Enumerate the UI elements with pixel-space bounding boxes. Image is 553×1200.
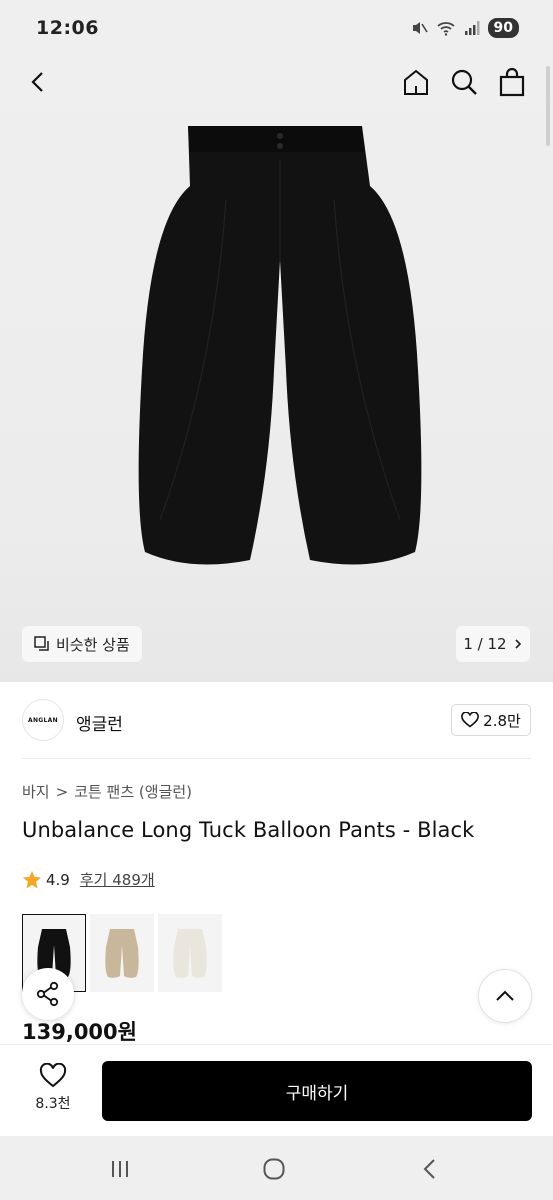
scroll-to-top-button[interactable]: [478, 969, 532, 1023]
brand-row: ANGLAN 앵글런 2.8만: [0, 682, 553, 758]
system-back-button[interactable]: [410, 1154, 450, 1184]
brand-logo[interactable]: ANGLAN: [22, 699, 64, 741]
chevron-up-icon: [496, 990, 514, 1001]
home-icon: [404, 69, 428, 95]
home-button[interactable]: [398, 64, 434, 100]
product-title: Unbalance Long Tuck Balloon Pants - Blac…: [22, 818, 475, 842]
product-price: 139,000원: [22, 1020, 137, 1044]
back-button[interactable]: [20, 64, 56, 100]
top-navigation: [0, 56, 553, 108]
heart-icon: [39, 1063, 67, 1088]
wifi-icon: [436, 22, 455, 36]
search-icon: [451, 69, 477, 95]
similar-products-label: 비슷한 상품: [56, 635, 130, 654]
star-icon: [23, 870, 41, 888]
breadcrumb-subcategory[interactable]: 코튼 팬츠 (앵글런): [74, 781, 192, 802]
recent-apps-button[interactable]: [100, 1154, 140, 1184]
image-page-indicator[interactable]: 1 / 12: [456, 626, 530, 662]
scroll-indicator: [546, 66, 550, 146]
swatch-ivory[interactable]: [158, 914, 222, 992]
reviews-link[interactable]: 후기 489개: [80, 869, 155, 890]
buy-button[interactable]: 구매하기: [102, 1061, 532, 1121]
divider: [22, 758, 531, 759]
back-icon: [31, 72, 43, 92]
product-photo-pants: [138, 126, 422, 565]
status-time: 12:06: [36, 17, 99, 39]
brand-name[interactable]: 앵글런: [76, 710, 123, 735]
recent-apps-icon: [112, 1161, 128, 1177]
heart-icon: [461, 712, 479, 728]
share-icon: [36, 981, 59, 1007]
share-button[interactable]: [22, 968, 74, 1020]
brand-like-button[interactable]: 2.8만: [451, 704, 531, 736]
mute-icon: [412, 22, 428, 34]
battery-indicator: 90: [487, 18, 519, 38]
system-home-button[interactable]: [254, 1154, 294, 1184]
product-like-button[interactable]: 8.3천: [22, 1063, 84, 1113]
similar-products-button[interactable]: 비슷한 상품: [22, 626, 142, 662]
back-nav-icon: [423, 1159, 435, 1179]
system-navigation-bar: [0, 1136, 553, 1200]
status-bar: 12:06 90: [0, 0, 553, 56]
breadcrumb: 바지 > 코튼 팬츠 (앵글런): [22, 781, 192, 802]
product-like-count: 8.3천: [35, 1096, 71, 1112]
swatch-pants-ivory: [173, 929, 207, 978]
swatch-beige[interactable]: [90, 914, 154, 992]
shopping-bag-button[interactable]: [494, 64, 530, 100]
page-indicator-text: 1 / 12: [463, 635, 507, 653]
home-circle-icon: [263, 1158, 285, 1180]
similar-icon: [34, 636, 49, 651]
chevron-right-icon: [515, 639, 521, 649]
brand-like-count: 2.8만: [483, 711, 521, 730]
status-icons: 90: [410, 18, 519, 38]
shopping-bag-icon: [499, 67, 525, 97]
purchase-bar: 8.3천 구매하기: [0, 1044, 553, 1136]
swatch-pants-beige: [105, 929, 139, 978]
search-button[interactable]: [446, 64, 482, 100]
breadcrumb-separator: >: [55, 782, 69, 801]
breadcrumb-category[interactable]: 바지: [22, 781, 50, 802]
rating-row: 4.9 후기 489개: [22, 869, 155, 890]
signal-icon: [464, 21, 480, 35]
rating-value: 4.9: [46, 870, 70, 889]
